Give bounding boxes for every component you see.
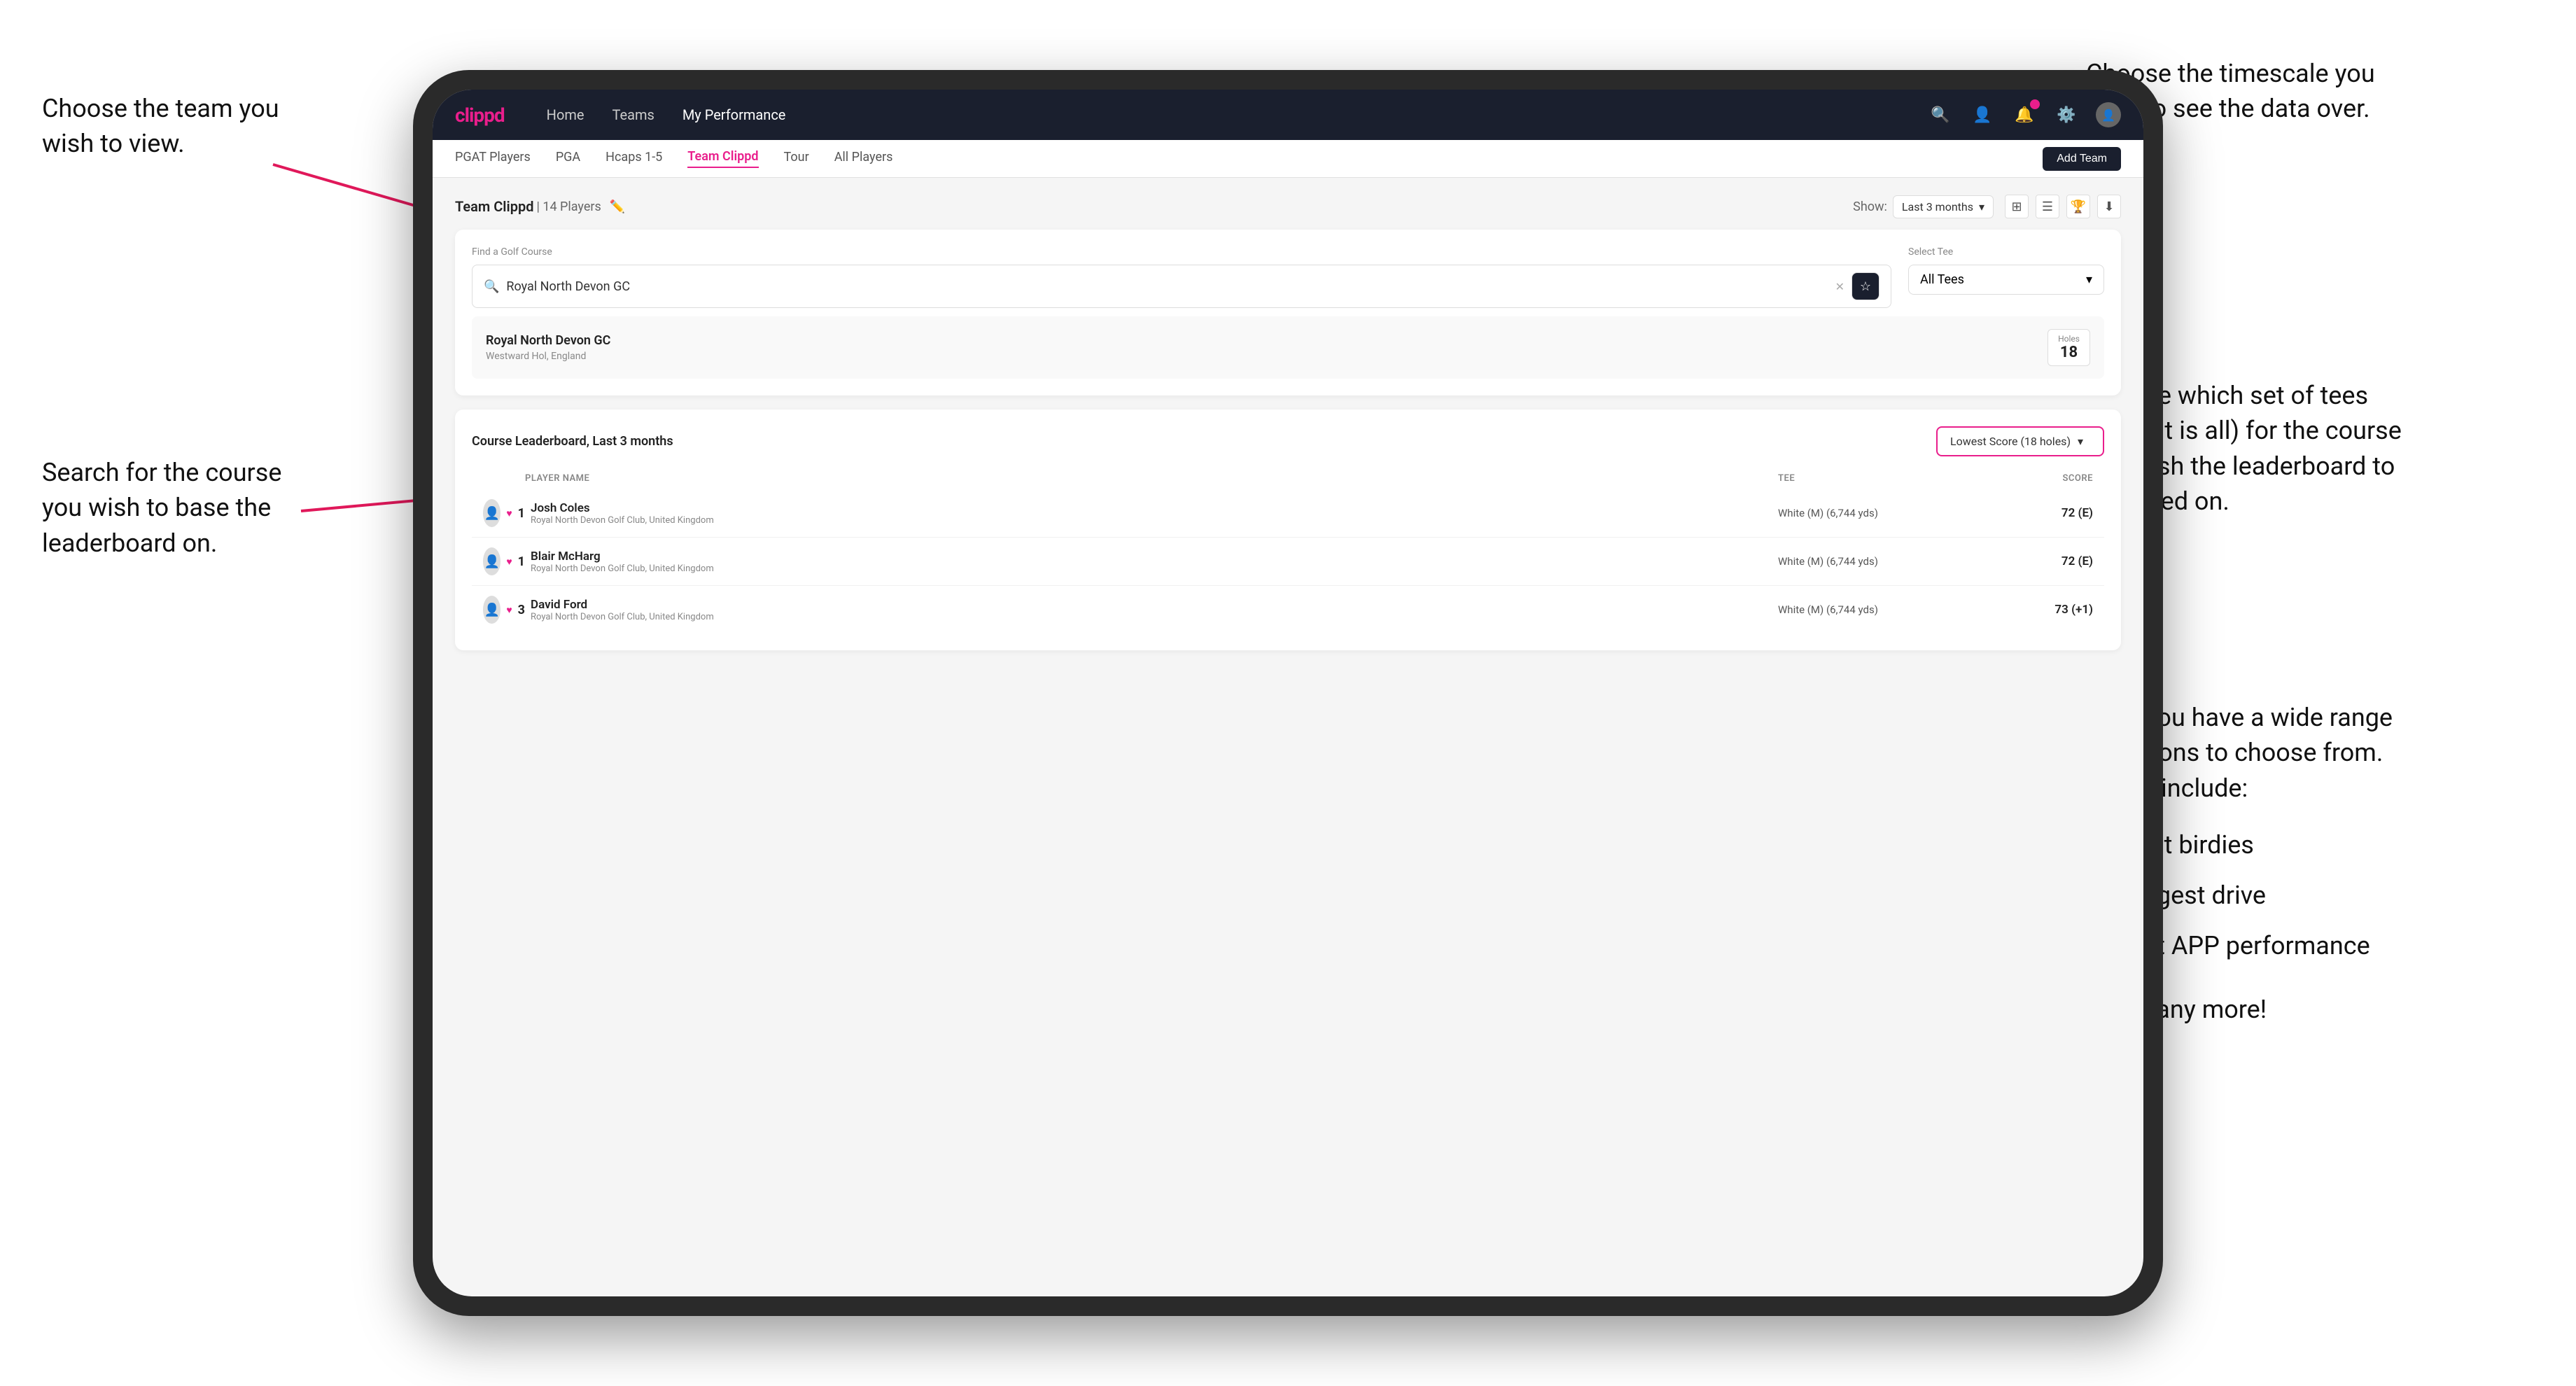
tee-dropdown[interactable]: All Tees ▾: [1908, 265, 2104, 295]
team-count: | 14 Players: [536, 200, 601, 214]
player-info: Blair McHarg Royal North Devon Golf Club…: [525, 550, 1778, 574]
clear-search-button[interactable]: ✕: [1835, 280, 1844, 293]
edit-icon[interactable]: ✏️: [610, 200, 625, 214]
timescale-dropdown[interactable]: Last 3 months ▾: [1893, 195, 1994, 218]
player-info: David Ford Royal North Devon Golf Club, …: [525, 598, 1778, 622]
nav-home[interactable]: Home: [547, 106, 584, 123]
table-row: 👤 ♥ 3 David Ford Royal North Devon Golf …: [472, 586, 2104, 634]
nav-my-performance[interactable]: My Performance: [682, 106, 786, 123]
score-filter-dropdown[interactable]: Lowest Score (18 holes) ▾: [1936, 426, 2104, 456]
col-tee: TEE: [1778, 473, 1988, 484]
holes-label: Holes: [2058, 334, 2080, 344]
col-score: SCORE: [1988, 473, 2093, 484]
settings-icon[interactable]: ⚙️: [2054, 102, 2079, 127]
table-header: PLAYER NAME TEE SCORE: [472, 468, 2104, 489]
chevron-down-icon: ▾: [2078, 435, 2083, 448]
chevron-down-icon: ▾: [2086, 272, 2092, 287]
heart-icon: ♥: [506, 507, 512, 519]
table-row: 👤 ♥ 1 Josh Coles Royal North Devon Golf …: [472, 489, 2104, 538]
course-search-card: Find a Golf Course 🔍 Royal North Devon G…: [455, 230, 2121, 396]
subnav-team-clippd[interactable]: Team Clippd: [687, 149, 758, 168]
chevron-down-icon: ▾: [1979, 200, 1984, 214]
ipad-screen: clippd Home Teams My Performance 🔍 👤 🔔 ⚙…: [433, 90, 2143, 1296]
search-icon[interactable]: 🔍: [1928, 102, 1953, 127]
main-content: Team Clippd | 14 Players ✏️ Show: Last 3…: [433, 178, 2143, 681]
show-label: Show: Last 3 months ▾: [1853, 195, 1994, 218]
subnav-tour[interactable]: Tour: [784, 150, 809, 167]
grid-view-button[interactable]: ⊞: [2005, 195, 2029, 218]
nav-teams[interactable]: Teams: [612, 106, 654, 123]
leaderboard-header: Course Leaderboard, Last 3 months Lowest…: [472, 426, 2104, 456]
team-title: Team Clippd: [455, 198, 533, 215]
avatar: 👤: [483, 547, 500, 575]
find-course-label: Find a Golf Course: [472, 246, 1891, 258]
leaderboard-table: PLAYER NAME TEE SCORE 👤 ♥ 1 Josh Coles: [472, 468, 2104, 634]
search-icon: 🔍: [484, 279, 499, 294]
annotation-search-course: Search for the course you wish to base t…: [42, 455, 281, 561]
sub-navbar: PGAT Players PGA Hcaps 1-5 Team Clippd T…: [433, 140, 2143, 178]
heart-icon: ♥: [506, 556, 512, 568]
rank-col: 👤 ♥ 1: [483, 499, 525, 527]
view-icons: ⊞ ☰ 🏆 ⬇: [2005, 195, 2121, 218]
col-rank: [483, 473, 525, 484]
rank-col: 👤 ♥ 3: [483, 596, 525, 624]
ipad-frame: clippd Home Teams My Performance 🔍 👤 🔔 ⚙…: [413, 70, 2163, 1316]
heart-icon: ♥: [506, 604, 512, 616]
table-row: 👤 ♥ 1 Blair McHarg Royal North Devon Gol…: [472, 538, 2104, 586]
subnav-pgat[interactable]: PGAT Players: [455, 150, 531, 167]
download-button[interactable]: ⬇: [2097, 195, 2121, 218]
col-player: PLAYER NAME: [525, 473, 1778, 484]
tee-value: All Tees: [1920, 272, 1964, 287]
player-info: Josh Coles Royal North Devon Golf Club, …: [525, 501, 1778, 526]
avatar: 👤: [483, 596, 500, 624]
subnav-all-players[interactable]: All Players: [834, 150, 893, 167]
course-location: Westward Hol, England: [486, 351, 610, 362]
annotation-choose-team: Choose the team you wish to view.: [42, 91, 279, 162]
leaderboard-card: Course Leaderboard, Last 3 months Lowest…: [455, 410, 2121, 650]
tee-section: Select Tee All Tees ▾: [1908, 246, 2104, 295]
leaderboard-title: Course Leaderboard, Last 3 months: [472, 434, 673, 449]
avatar[interactable]: 👤: [2096, 102, 2121, 127]
notification-badge: [2030, 99, 2040, 109]
course-result: Royal North Devon GC Westward Hol, Engla…: [472, 316, 2104, 379]
rank-col: 👤 ♥ 1: [483, 547, 525, 575]
score-filter-value: Lowest Score (18 holes): [1950, 435, 2071, 448]
course-name: Royal North Devon GC: [486, 333, 610, 348]
holes-value: 18: [2058, 344, 2080, 361]
select-tee-label: Select Tee: [1908, 246, 2104, 258]
people-icon[interactable]: 👤: [1970, 102, 1995, 127]
bell-icon[interactable]: 🔔: [2012, 102, 2037, 127]
holes-badge: Holes 18: [2047, 329, 2090, 366]
navbar: clippd Home Teams My Performance 🔍 👤 🔔 ⚙…: [433, 90, 2143, 140]
trophy-view-button[interactable]: 🏆: [2066, 195, 2090, 218]
subnav-pga[interactable]: PGA: [556, 150, 580, 167]
search-value: Royal North Devon GC: [506, 279, 1828, 294]
add-team-button[interactable]: Add Team: [2043, 147, 2121, 171]
list-view-button[interactable]: ☰: [2036, 195, 2059, 218]
subnav-hcaps[interactable]: Hcaps 1-5: [606, 150, 662, 167]
favorite-button[interactable]: ☆: [1851, 272, 1879, 300]
course-search-input[interactable]: 🔍 Royal North Devon GC ✕ ☆: [472, 265, 1891, 308]
app-logo: clippd: [455, 104, 505, 127]
team-header: Team Clippd | 14 Players ✏️ Show: Last 3…: [455, 195, 2121, 218]
avatar: 👤: [483, 499, 500, 527]
